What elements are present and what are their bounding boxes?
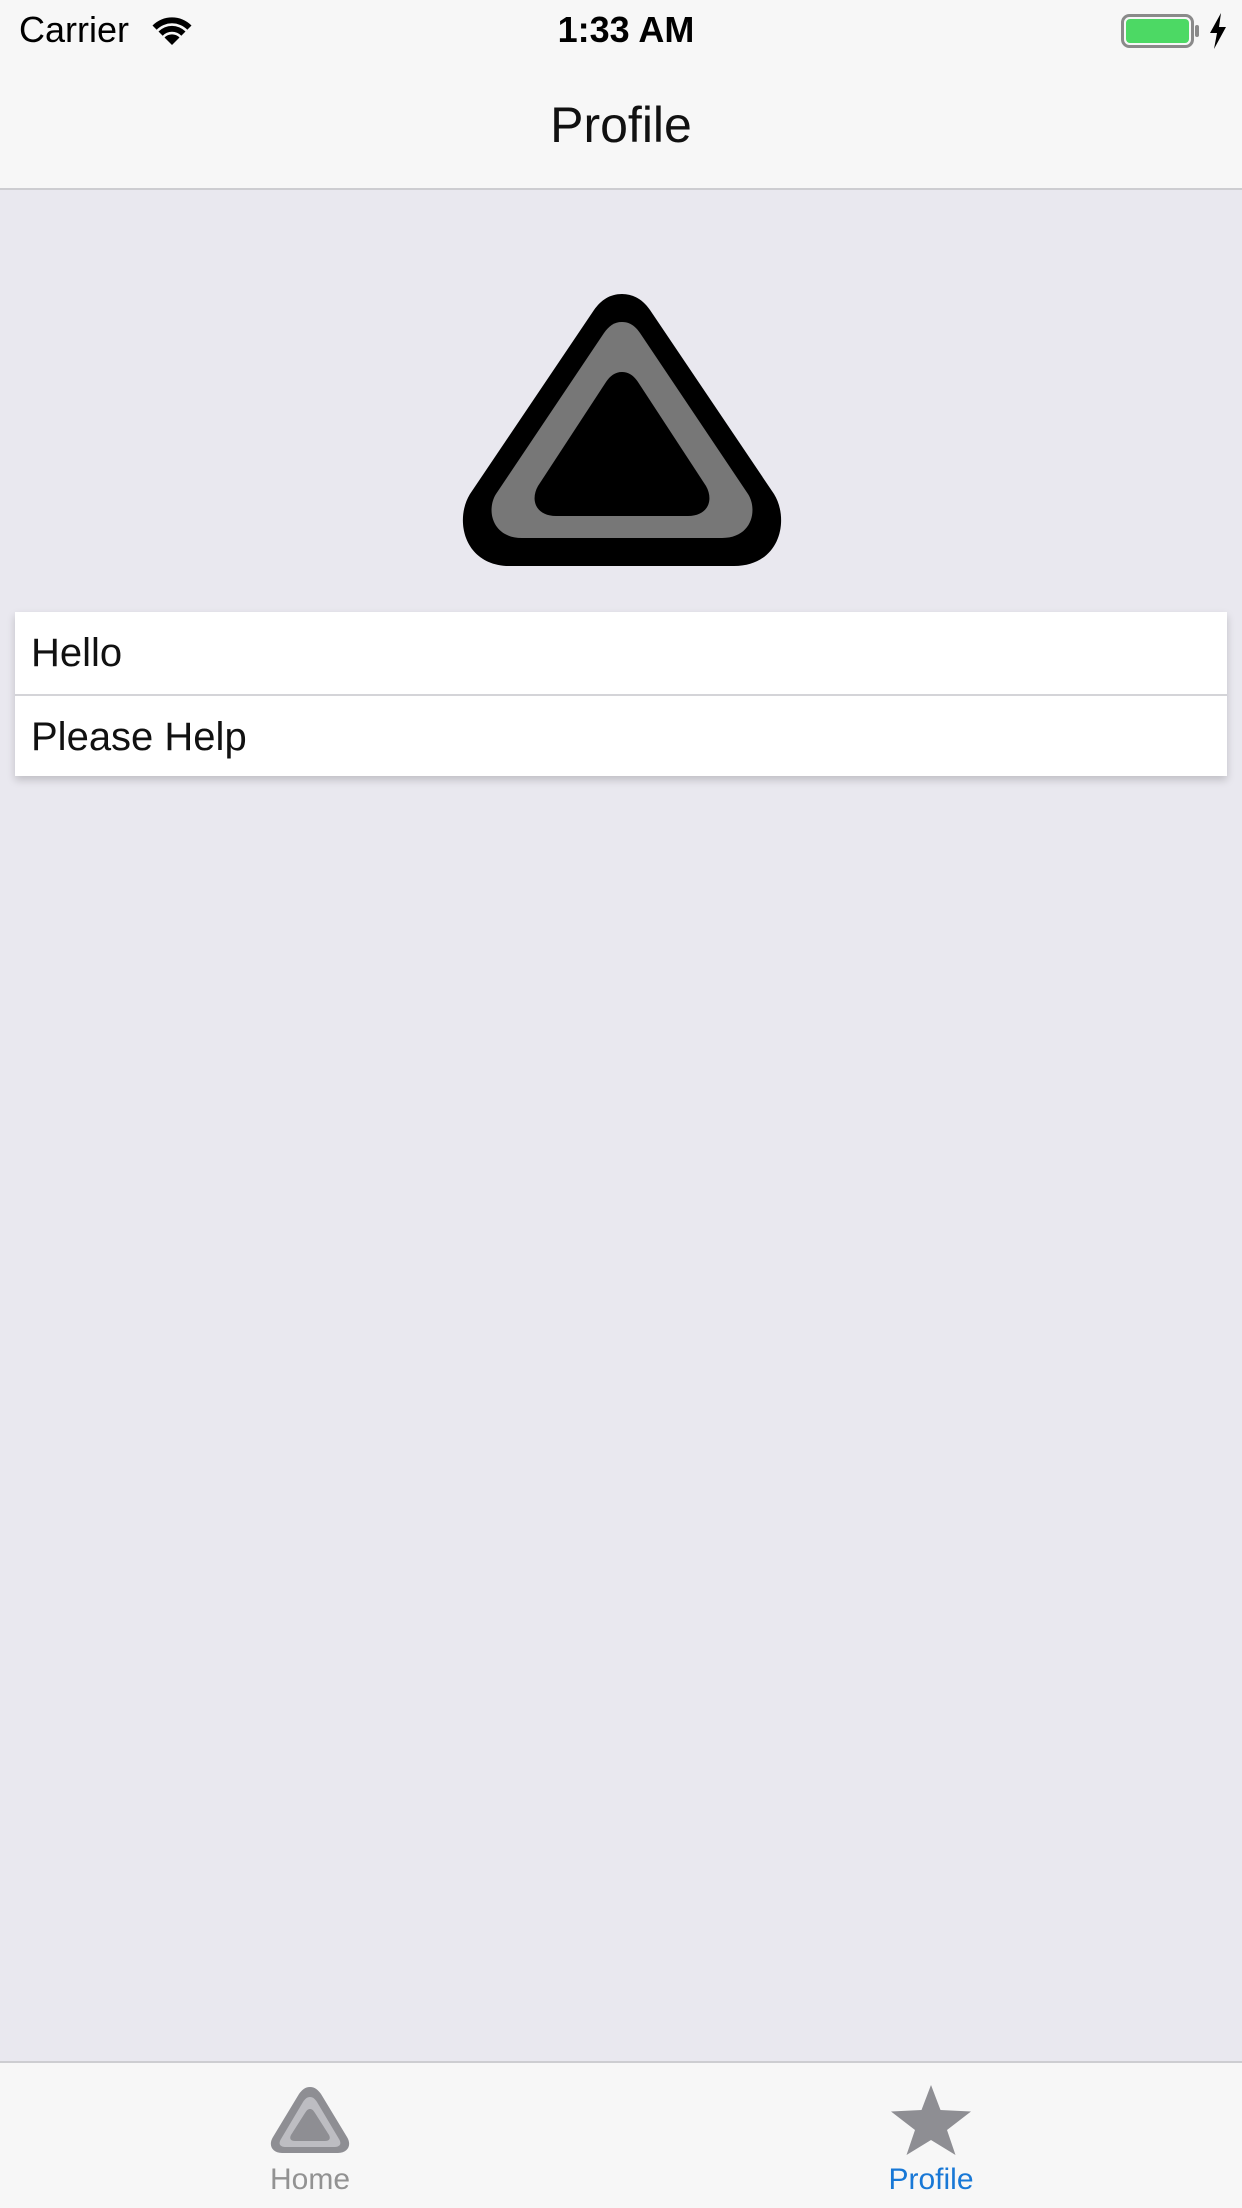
tab-home-label: Home (269, 2163, 351, 2196)
triangle-icon (270, 2087, 350, 2153)
navigation-bar: Profile (0, 62, 1242, 190)
tab-home[interactable]: Home (160, 2063, 460, 2208)
star-icon (891, 2085, 971, 2155)
list-item[interactable]: Hello (15, 612, 1227, 694)
clock: 1:33 AM (557, 9, 695, 50)
profile-list: Hello Please Help (15, 612, 1227, 776)
page-title: Profile (550, 97, 692, 153)
tab-profile[interactable]: Profile (781, 2063, 1081, 2208)
status-bar: Carrier 1:33 AM (0, 0, 1242, 62)
tab-profile-label: Profile (888, 2163, 974, 2196)
battery-charging-icon (1121, 14, 1199, 48)
profile-image (462, 294, 782, 566)
tab-bar: Home Profile (0, 2061, 1242, 2208)
list-item[interactable]: Please Help (15, 694, 1227, 776)
charging-bolt-icon (1210, 13, 1226, 49)
profile-screen: Carrier 1:33 AM Profile Hello Please Hel… (0, 0, 1242, 2208)
